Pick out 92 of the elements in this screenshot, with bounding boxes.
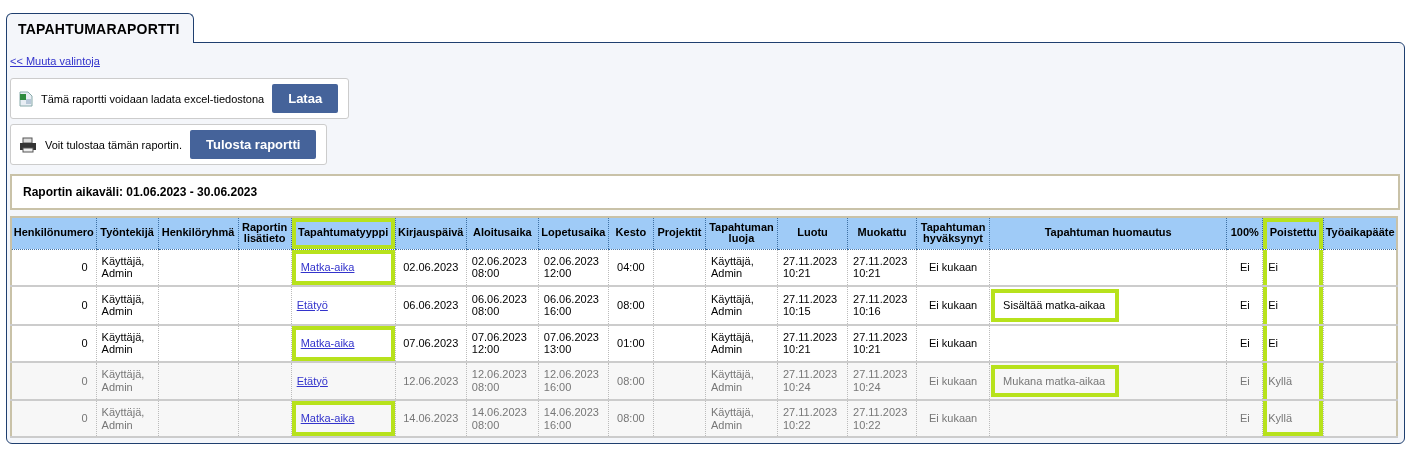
created-time: 27.11.2023 10:21 <box>777 324 848 362</box>
print-text: Voit tulostaa tämän raportin. <box>45 138 182 151</box>
duration: 01:00 <box>608 324 654 362</box>
modified-time: 27.11.2023 10:21 <box>847 324 917 362</box>
employee-name: Käyttäjä, Admin <box>96 324 159 362</box>
person-number: 0 <box>11 249 97 286</box>
deleted-status: Kyllä <box>1262 361 1324 401</box>
column-header: Tapahtuman hyväksynyt <box>916 217 990 249</box>
end-time: 06.06.2023 16:00 <box>538 286 609 325</box>
deleted-status: Ei <box>1262 286 1324 325</box>
event-note: Mukana matka-aikaa <box>991 364 1120 398</box>
start-time: 12.06.2023 08:00 <box>466 361 539 401</box>
full-percent: Ei <box>1226 286 1263 325</box>
entry-date: 14.06.2023 <box>395 400 467 438</box>
full-percent: Ei <box>1226 324 1263 362</box>
event-type-link[interactable]: Etätyö <box>296 374 328 387</box>
modified-time: 27.11.2023 10:16 <box>847 286 917 325</box>
end-time: 02.06.2023 12:00 <box>538 249 609 286</box>
event-type-link[interactable]: Matka-aika <box>300 336 355 349</box>
created-time: 27.11.2023 10:22 <box>777 400 848 438</box>
created-time: 27.11.2023 10:15 <box>777 286 848 325</box>
end-time: 07.06.2023 13:00 <box>538 324 609 362</box>
duration: 04:00 <box>608 249 654 286</box>
download-button[interactable]: Lataa <box>272 84 339 113</box>
approver: Ei kukaan <box>916 324 990 362</box>
entry-date: 02.06.2023 <box>395 249 467 286</box>
column-header: Raportin lisätieto <box>238 217 292 249</box>
report-tab[interactable]: TAPAHTUMARAPORTTI <box>6 13 194 43</box>
modified-time: 27.11.2023 10:21 <box>847 249 917 286</box>
column-header: Henkilönumero <box>11 217 97 249</box>
event-creator: Käyttäjä, Admin <box>705 286 778 325</box>
column-header: 100% <box>1226 217 1263 249</box>
export-text: Tämä raportti voidaan ladata excel-tiedostona <box>41 92 265 105</box>
column-header: Kirjauspäivä <box>395 217 467 249</box>
event-type-link[interactable]: Etätyö <box>296 299 328 311</box>
column-header: Työaikapääte <box>1323 217 1397 249</box>
created-time: 27.11.2023 10:21 <box>777 249 848 286</box>
spreadsheet-icon <box>19 90 33 107</box>
column-header: Poistettu <box>1262 217 1324 249</box>
person-number: 0 <box>11 324 97 362</box>
print-button[interactable]: Tulosta raportti <box>189 130 317 159</box>
column-header: Muokattu <box>847 217 917 249</box>
entry-date: 12.06.2023 <box>395 361 467 401</box>
event-creator: Käyttäjä, Admin <box>705 400 778 438</box>
start-time: 02.06.2023 08:00 <box>466 249 539 286</box>
column-header: Henkilöryhmä <box>158 217 239 249</box>
created-time: 27.11.2023 10:24 <box>777 361 848 401</box>
event-creator: Käyttäjä, Admin <box>705 361 778 401</box>
person-number: 0 <box>11 286 97 325</box>
start-time: 06.06.2023 08:00 <box>466 286 539 325</box>
event-creator: Käyttäjä, Admin <box>705 324 778 362</box>
start-time: 07.06.2023 12:00 <box>466 324 539 362</box>
duration: 08:00 <box>608 361 654 401</box>
column-header: Kesto <box>608 217 654 249</box>
event-type-link[interactable]: Matka-aika <box>300 260 355 273</box>
event-creator: Käyttäjä, Admin <box>705 249 778 286</box>
change-selections-link[interactable]: << Muuta valintoja <box>10 55 100 67</box>
full-percent: Ei <box>1226 361 1263 401</box>
modified-time: 27.11.2023 10:24 <box>847 361 917 401</box>
modified-time: 27.11.2023 10:22 <box>847 400 917 438</box>
start-time: 14.06.2023 08:00 <box>466 400 539 438</box>
end-time: 14.06.2023 16:00 <box>538 400 609 438</box>
column-header: Työntekijä <box>96 217 159 249</box>
employee-name: Käyttäjä, Admin <box>96 286 159 325</box>
entry-date: 06.06.2023 <box>395 286 467 325</box>
approver: Ei kukaan <box>916 286 990 325</box>
deleted-status: Ei <box>1262 249 1324 286</box>
report-range: Raportin aikaväli: 01.06.2023 - 30.06.2023 <box>10 174 1400 210</box>
column-header: Tapahtuman huomautus <box>989 217 1227 249</box>
employee-name: Käyttäjä, Admin <box>96 249 159 286</box>
duration: 08:00 <box>608 286 654 325</box>
deleted-status: Ei <box>1262 324 1324 362</box>
approver: Ei kukaan <box>916 249 990 286</box>
duration: 08:00 <box>608 400 654 438</box>
column-header: Tapahtuman luoja <box>705 217 778 249</box>
column-header: Projektit <box>653 217 706 249</box>
event-type-link[interactable]: Matka-aika <box>300 412 355 425</box>
end-time: 12.06.2023 16:00 <box>538 361 609 401</box>
deleted-status: Kyllä <box>1262 400 1324 438</box>
employee-name: Käyttäjä, Admin <box>96 400 159 438</box>
entry-date: 07.06.2023 <box>395 324 467 362</box>
event-note: Sisältää matka-aikaa <box>991 289 1120 322</box>
approver: Ei kukaan <box>916 361 990 401</box>
column-header: Aloitusaika <box>466 217 539 249</box>
column-header: Tapahtumatyyppi <box>291 217 396 249</box>
person-number: 0 <box>11 361 97 401</box>
person-number: 0 <box>11 400 97 438</box>
column-header: Lopetusaika <box>538 217 609 249</box>
approver: Ei kukaan <box>916 400 990 438</box>
printer-icon <box>19 136 37 153</box>
column-header: Luotu <box>777 217 848 249</box>
employee-name: Käyttäjä, Admin <box>96 361 159 401</box>
